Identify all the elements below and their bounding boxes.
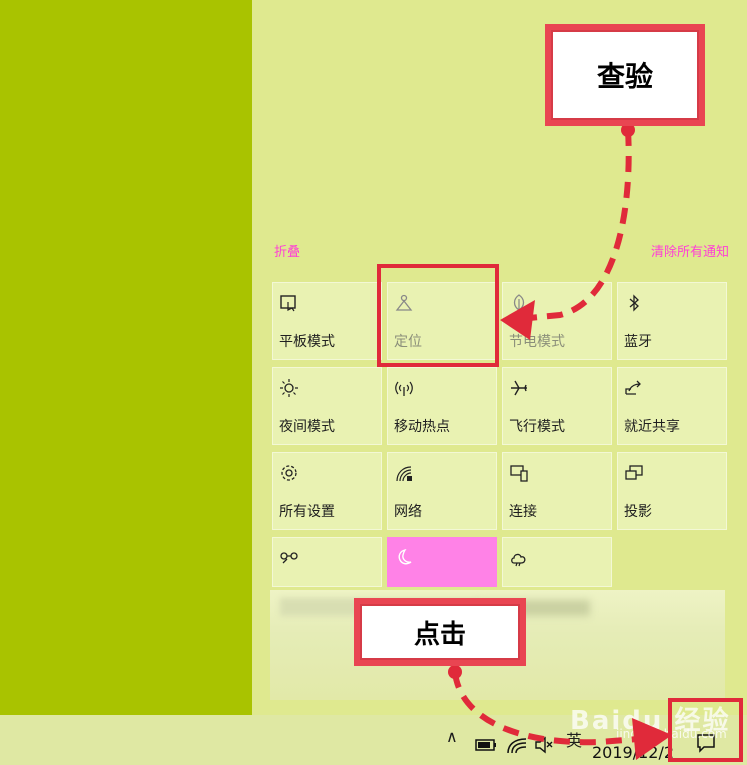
annotation-callout-click: 点击 <box>354 598 526 666</box>
annotation-callout-check: 查验 <box>545 24 705 126</box>
